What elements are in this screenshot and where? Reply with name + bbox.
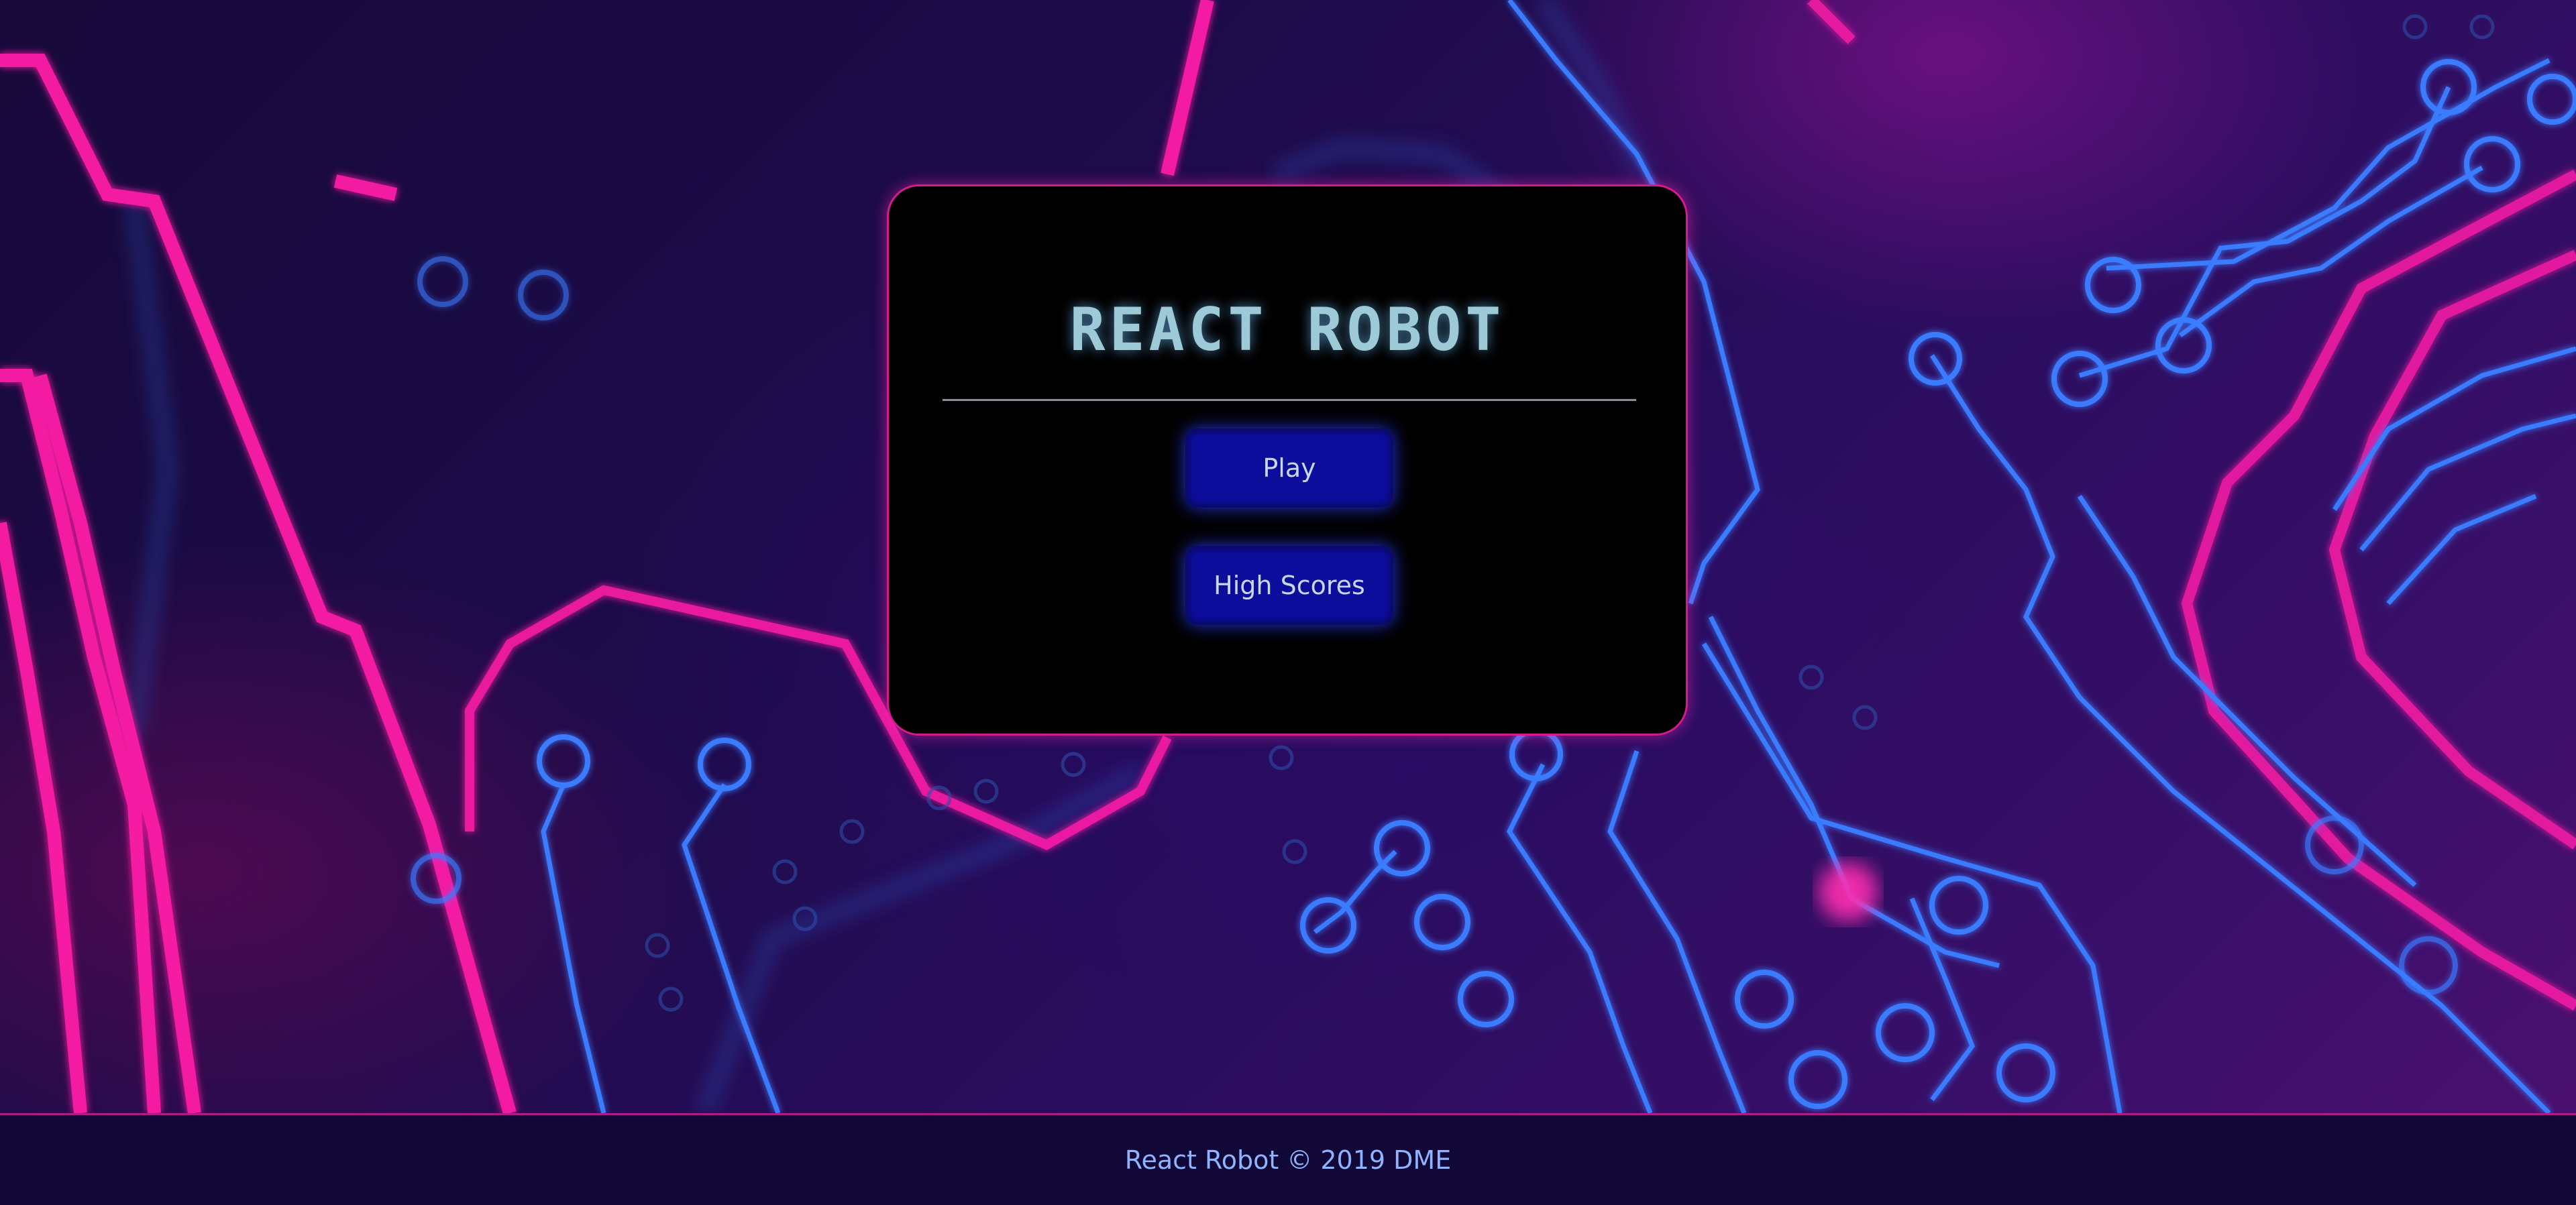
high-scores-button[interactable]: High Scores — [1185, 546, 1393, 625]
play-button[interactable]: Play — [1185, 428, 1393, 508]
footer: React Robot © 2019 DME — [0, 1113, 2576, 1205]
footer-copyright: React Robot © 2019 DME — [1124, 1145, 1452, 1175]
game-title: REACT ROBOT — [1069, 295, 1505, 364]
app-page: REACT ROBOT Play High Scores React Robot… — [0, 0, 2576, 1205]
title-divider — [943, 399, 1636, 401]
main-menu-card: REACT ROBOT Play High Scores — [887, 184, 1688, 736]
